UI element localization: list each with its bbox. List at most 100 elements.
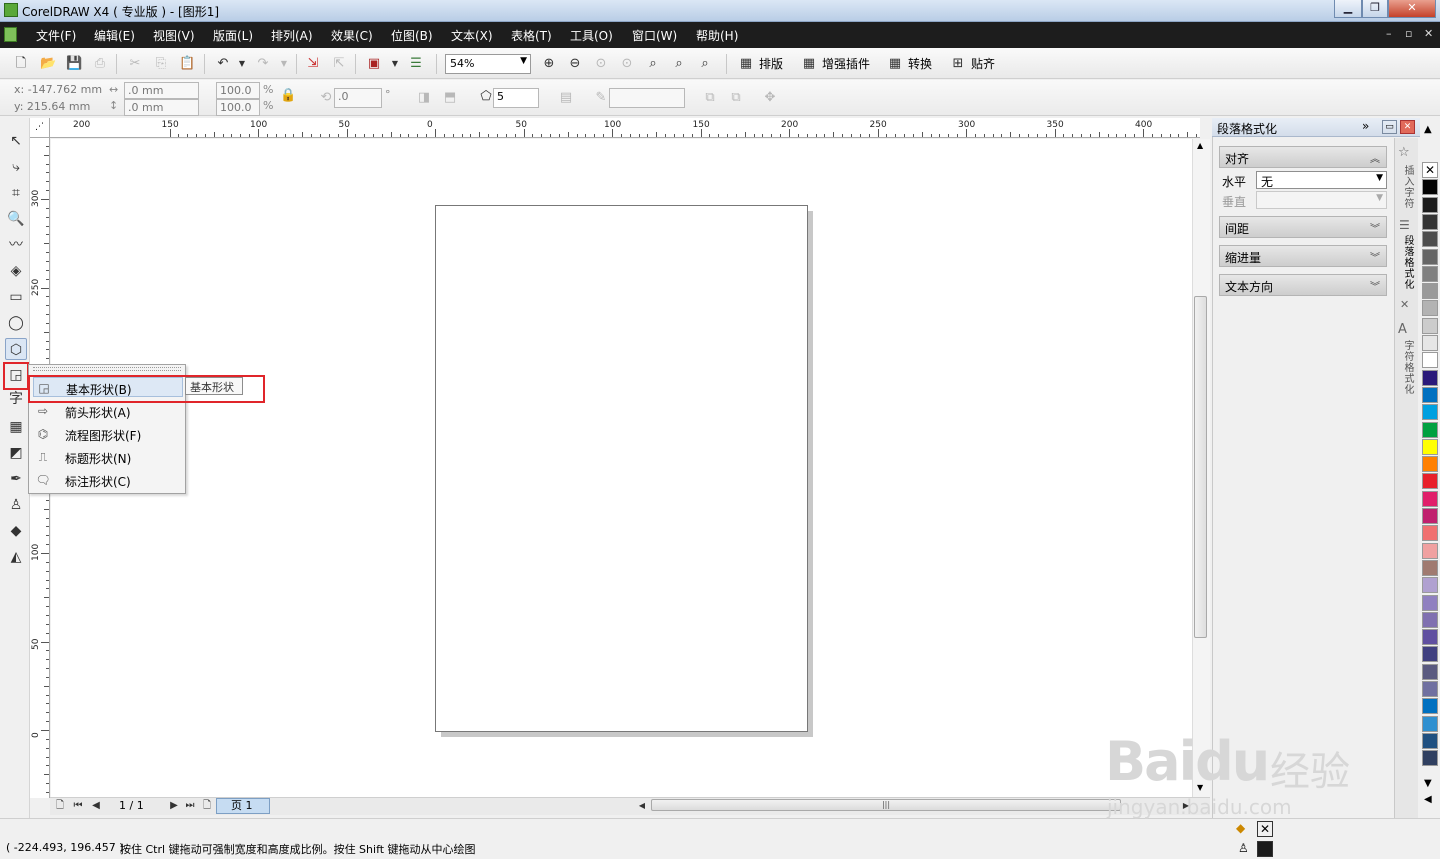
flyout-callout-shapes[interactable]: 🗨 标注形状(C) (33, 470, 183, 490)
menu-layout[interactable]: 版面(L) (213, 27, 253, 44)
color-swatch[interactable] (1422, 283, 1438, 300)
tab-character-format[interactable]: 字符格式化 (1397, 340, 1415, 395)
zoom-selected-icon[interactable]: ⊙ (593, 56, 609, 72)
tab-insert-character[interactable]: 插入字符 (1397, 165, 1415, 209)
zoom-page-width-icon[interactable]: ⌕ (671, 56, 687, 72)
menu-window[interactable]: 窗口(W) (632, 27, 677, 44)
smart-fill-tool-icon[interactable]: ◈ (5, 260, 27, 282)
color-swatch[interactable] (1422, 265, 1438, 282)
color-swatch[interactable] (1422, 715, 1438, 732)
fill-tool-icon[interactable]: ◆ (5, 520, 27, 542)
enhance-plugin-button[interactable]: 增强插件 (822, 55, 870, 72)
redo-dropdown-icon[interactable]: ▼ (276, 56, 292, 72)
zoom-page-height-icon[interactable]: ⌕ (697, 56, 713, 72)
menu-bitmaps[interactable]: 位图(B) (391, 27, 433, 44)
ruler-origin[interactable]: ⋰ (30, 118, 50, 138)
section-text-direction[interactable]: 文本方向 ︾ (1219, 274, 1387, 296)
eyedropper-tool-icon[interactable]: ✒ (5, 468, 27, 490)
section-indent[interactable]: 缩进量 ︾ (1219, 245, 1387, 267)
outline-color-swatch[interactable] (1257, 841, 1273, 857)
mirror-vertical-icon[interactable]: ⬒ (442, 90, 458, 106)
color-swatch[interactable] (1422, 335, 1438, 351)
first-page-icon[interactable]: ⏮ (70, 798, 86, 814)
insert-character-icon[interactable]: ☆ (1398, 145, 1410, 160)
palette-scroll-up-icon[interactable]: ▲ (1424, 124, 1432, 135)
shape-tool-icon[interactable]: ⤷ (5, 156, 27, 178)
prev-page-icon[interactable]: ◀ (88, 798, 104, 814)
scale-x-field[interactable]: 100.0 (216, 82, 260, 99)
polygon-sides-field[interactable]: 5 (493, 88, 539, 108)
color-swatch[interactable] (1422, 594, 1438, 611)
page-settings-icon[interactable]: 🗋 (52, 798, 68, 814)
launcher-dropdown-icon[interactable]: ▼ (387, 56, 403, 72)
menu-effects[interactable]: 效果(C) (331, 27, 373, 44)
undo-dropdown-icon[interactable]: ▼ (234, 56, 250, 72)
pick-tool-icon[interactable]: ↖ (5, 130, 27, 152)
zoom-out-icon[interactable]: ⊖ (567, 56, 583, 72)
color-swatch[interactable] (1422, 300, 1438, 317)
interactive-blend-tool-icon[interactable]: ◩ (5, 442, 27, 464)
horizontal-align-select[interactable]: 无 ▼ (1256, 171, 1387, 189)
docker-close-icon[interactable]: ✕ (1400, 120, 1415, 134)
freehand-tool-icon[interactable]: 〰 (5, 234, 27, 256)
no-color-swatch[interactable]: ✕ (1422, 162, 1438, 178)
snap-button[interactable]: 贴齐 (971, 55, 995, 72)
minimize-button[interactable]: ▁ (1334, 0, 1362, 18)
color-swatch[interactable] (1422, 248, 1438, 265)
color-swatch[interactable] (1422, 473, 1438, 490)
color-swatch[interactable] (1422, 629, 1438, 646)
height-field[interactable]: .0 mm (124, 99, 199, 116)
convert-button[interactable]: 转换 (908, 55, 932, 72)
ellipse-tool-icon[interactable]: ◯ (5, 312, 27, 334)
color-swatch[interactable] (1422, 317, 1438, 334)
color-swatch[interactable] (1422, 352, 1438, 369)
color-swatch[interactable] (1422, 698, 1438, 715)
outline-indicator-icon[interactable]: ♙ (1238, 841, 1249, 855)
paragraph-icon[interactable]: ☰ (1399, 218, 1410, 232)
paste-icon[interactable]: 📋 (179, 56, 195, 72)
zoom-page-icon[interactable]: ⌕ (645, 56, 661, 72)
palette-scroll-down-icon[interactable]: ▼ (1424, 778, 1432, 789)
vertical-scroll-thumb[interactable] (1194, 296, 1207, 638)
color-swatch[interactable] (1422, 663, 1438, 680)
color-swatch[interactable] (1422, 681, 1438, 697)
menu-text[interactable]: 文本(X) (451, 27, 493, 44)
color-swatch[interactable] (1422, 404, 1438, 421)
tab-paragraph-format[interactable]: 段落格式化 (1397, 235, 1415, 290)
polygon-tool-icon[interactable]: ⬡ (5, 338, 27, 360)
close-button[interactable]: ✕ (1388, 0, 1436, 18)
palette-expand-icon[interactable]: ◀ (1424, 794, 1432, 805)
open-icon[interactable]: 📂 (40, 56, 56, 72)
scale-y-field[interactable]: 100.0 (216, 99, 260, 116)
color-swatch[interactable] (1422, 369, 1438, 386)
table-tool-icon[interactable]: ▦ (5, 416, 27, 438)
color-swatch[interactable] (1422, 456, 1438, 473)
menu-edit[interactable]: 编辑(E) (94, 27, 135, 44)
color-swatch[interactable] (1422, 231, 1438, 248)
outline-tool-icon[interactable]: ♙ (5, 494, 27, 516)
crop-tool-icon[interactable]: ⌗ (5, 182, 27, 204)
color-swatch[interactable] (1422, 646, 1438, 663)
color-swatch[interactable] (1422, 438, 1438, 455)
convert-icon[interactable]: ▦ (887, 56, 903, 72)
wrap-text-icon[interactable]: ▤ (558, 90, 574, 106)
width-field[interactable]: .0 mm (124, 82, 199, 99)
horizontal-ruler[interactable]: 200 150 100 50 0 50 100 150 200 250 300 350 400 (50, 118, 1200, 138)
new-icon[interactable]: 🗋 (13, 56, 29, 72)
lock-ratio-icon[interactable]: 🔒 (280, 88, 296, 104)
section-alignment[interactable]: 对齐 ︽ (1219, 146, 1387, 168)
flyout-grip[interactable] (33, 367, 181, 371)
to-front-icon[interactable]: ⧉ (702, 90, 718, 106)
rotation-field[interactable]: .0 (334, 88, 382, 108)
color-swatch[interactable] (1422, 577, 1438, 594)
color-swatch[interactable] (1422, 386, 1438, 403)
color-swatch[interactable] (1422, 508, 1438, 524)
color-swatch[interactable] (1422, 750, 1438, 767)
x-position-field[interactable]: x: -147.762 mm (11, 82, 103, 99)
color-swatch[interactable] (1422, 490, 1438, 507)
menu-help[interactable]: 帮助(H) (696, 27, 738, 44)
character-format-icon[interactable]: A (1398, 322, 1407, 337)
y-position-field[interactable]: y: 215.64 mm (11, 99, 103, 116)
menu-tools[interactable]: 工具(O) (570, 27, 613, 44)
menu-view[interactable]: 视图(V) (153, 27, 195, 44)
